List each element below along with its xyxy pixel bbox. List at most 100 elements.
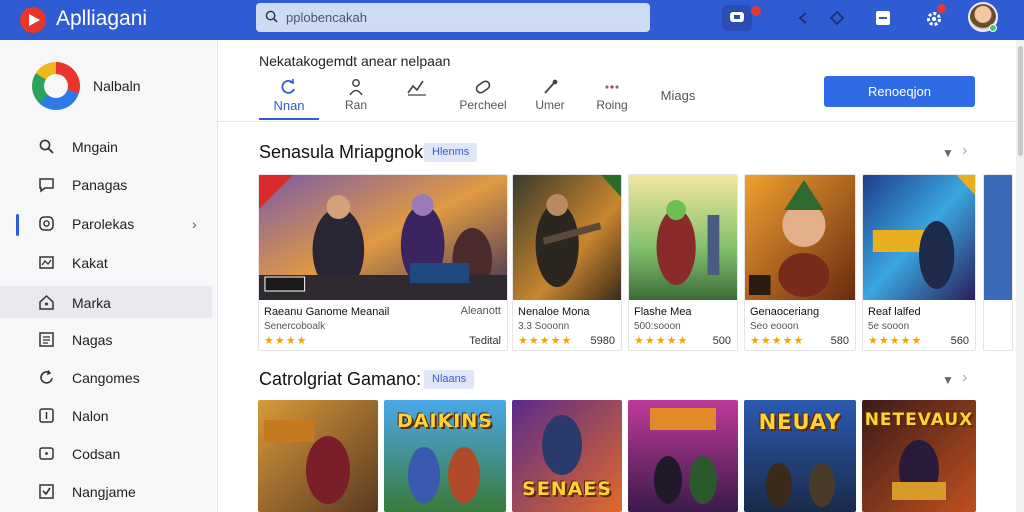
pin-icon <box>544 79 558 94</box>
game-logo-text: DAIKINS <box>397 410 493 432</box>
back-button[interactable] <box>788 5 818 31</box>
chat-icon <box>39 178 54 193</box>
sidebar-item[interactable]: Nangjame <box>0 475 212 507</box>
game-logo-text: NETEVAUX <box>864 410 974 430</box>
card-price: 500 <box>712 335 731 347</box>
chart-icon <box>407 80 426 96</box>
card-developer: Seo eooon <box>750 321 799 332</box>
scrollbar-thumb[interactable] <box>1018 46 1023 156</box>
sidebar-item[interactable]: Nagas <box>0 323 212 355</box>
game-artwork <box>863 175 975 300</box>
forward-button[interactable] <box>822 5 852 31</box>
tab-percheel-label[interactable]: Percheel <box>456 78 510 120</box>
card-price: Tedital <box>469 335 501 347</box>
window-button[interactable] <box>868 5 898 31</box>
brand-label: Nalbaln <box>93 78 141 94</box>
frame-icon <box>39 408 54 423</box>
brand-logo-icon[interactable] <box>32 62 80 110</box>
chevron-right-icon[interactable]: › <box>192 216 197 232</box>
category-card[interactable]: SENAES <box>512 400 622 512</box>
top-bar: Aplliagani <box>0 0 1024 40</box>
category-card[interactable]: NETEVAUX <box>862 400 976 512</box>
game-artwork <box>628 400 738 512</box>
card-developer: 5e sooon <box>868 321 910 332</box>
category-card[interactable]: NEUAY <box>744 400 856 512</box>
forward-arrow-icon <box>829 10 845 26</box>
category-card[interactable]: DAIKINS <box>384 400 506 512</box>
sidebar-item[interactable]: Marka <box>0 286 212 318</box>
header-divider <box>218 121 1024 122</box>
section-badge[interactable]: Hlenms <box>424 143 478 162</box>
collapse-icon[interactable]: ▼ <box>942 373 954 387</box>
sidebar-item-label: Mngain <box>72 139 118 155</box>
card-title: Nenaloe Mona <box>518 306 590 318</box>
card-price: 580 <box>830 335 849 347</box>
sidebar-item-label: Cangomes <box>72 370 140 386</box>
circle-icon <box>39 216 54 231</box>
featured-ribbon <box>259 175 293 209</box>
game-artwork <box>258 400 378 512</box>
card-title: Reaf lalfed <box>868 306 921 318</box>
app-card[interactable]: Genaoceriang Seo eooon ★★★★★ 580 <box>744 174 856 351</box>
section-title: Senasula Mriapgnok <box>259 142 424 162</box>
sidebar-item[interactable]: Nalon <box>0 399 212 431</box>
sidebar-item[interactable]: Codsan <box>0 437 212 469</box>
app-card[interactable]: Reaf lalfed 5e sooon ★★★★★ 560 <box>862 174 976 351</box>
home-icon <box>39 294 54 310</box>
active-tab-underline <box>259 118 319 120</box>
search-input[interactable] <box>286 3 636 32</box>
game-artwork <box>984 175 1012 300</box>
category-card[interactable] <box>258 400 378 512</box>
sidebar-item[interactable]: Panagas <box>0 168 212 200</box>
app-card-partial[interactable] <box>983 174 1013 351</box>
tab-label: Miags <box>660 88 696 103</box>
sidebar-item-label: Codsan <box>72 446 121 462</box>
game-artwork <box>629 175 737 300</box>
settings-badge <box>937 4 946 13</box>
dots-icon <box>605 85 619 89</box>
chevron-right-icon[interactable]: › <box>962 369 967 387</box>
star-rating: ★★★★★ <box>634 335 689 347</box>
card-developer: Senercoboalk <box>264 321 326 332</box>
pill-icon <box>475 80 491 94</box>
app-title: Aplliagani <box>56 7 148 30</box>
app-card[interactable]: Nenaloe Mona 3.3 Sooonn ★★★★★ 5980 <box>512 174 622 351</box>
message-button[interactable] <box>722 5 752 31</box>
star-rating: ★★★★★ <box>750 335 805 347</box>
category-card[interactable] <box>628 400 738 512</box>
tab-ran[interactable]: Ran <box>338 78 374 120</box>
card-title: Raeanu Ganome Meanail <box>264 306 390 318</box>
tab-umer[interactable]: Umer <box>532 78 568 120</box>
sidebar-item-label: Nalon <box>72 408 109 424</box>
search-box[interactable] <box>256 3 650 32</box>
game-logo-text: NEUAY <box>758 410 842 434</box>
card-title: Genaoceriang <box>750 306 820 318</box>
app-card[interactable]: Raeanu Ganome Meanail Senercoboalk ★★★★ … <box>258 174 508 351</box>
primary-action-button[interactable]: Renoeqjon <box>824 76 975 107</box>
message-icon <box>730 12 744 22</box>
tab-percheel[interactable] <box>398 78 436 120</box>
card-developer: 500:sooon <box>634 321 681 332</box>
sidebar-item[interactable]: Parolekas › <box>0 207 212 239</box>
card-price: 5980 <box>590 335 615 347</box>
sidebar-item[interactable]: Mngain <box>0 130 212 162</box>
tab-label: Ran <box>344 98 367 112</box>
image-icon <box>39 256 54 269</box>
sidebar-item[interactable]: Kakat <box>0 246 212 278</box>
star-rating: ★★★★★ <box>518 335 573 347</box>
tab-roing[interactable]: Roing <box>592 78 632 120</box>
sidebar-item-label: Kakat <box>72 255 108 271</box>
card-title: Flashe Mea <box>634 306 692 318</box>
app-card[interactable]: Flashe Mea 500:sooon ★★★★★ 500 <box>628 174 738 351</box>
tab-nnan[interactable]: Nnan <box>259 78 319 120</box>
collapse-icon[interactable]: ▼ <box>942 146 954 160</box>
section-badge[interactable]: Nlaans <box>424 370 475 389</box>
sidebar-item-label: Marka <box>72 295 111 311</box>
chevron-right-icon[interactable]: › <box>962 142 967 160</box>
page-subtitle: Nekatakogemdt anear nelpaan <box>259 53 451 69</box>
game-artwork <box>745 175 855 300</box>
sidebar-item-label: Panagas <box>72 177 128 193</box>
window-icon <box>876 11 890 25</box>
app-logo-icon[interactable] <box>20 7 46 33</box>
sidebar-item[interactable]: Cangomes <box>0 361 212 393</box>
